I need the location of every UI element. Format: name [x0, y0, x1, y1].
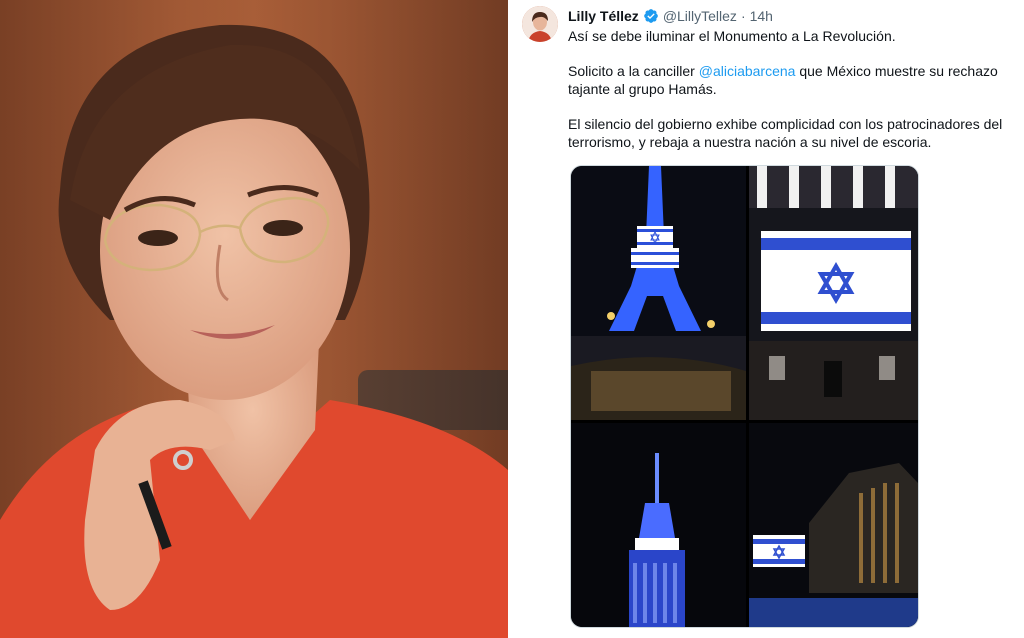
tweet-text: Así se debe iluminar el Monumento a La R…	[568, 27, 1018, 168]
tweet-paragraph-3: El silencio del gobierno exhibe complici…	[568, 116, 1003, 150]
author-avatar[interactable]	[522, 6, 558, 42]
tweet-header: Lilly Téllez @LillyTellez · 14h	[568, 6, 773, 26]
verified-badge-icon	[643, 8, 659, 24]
media-tile-eiffel[interactable]	[571, 166, 746, 420]
portrait-illustration	[0, 0, 508, 638]
portrait-photo	[0, 0, 508, 638]
paragraph-2-lead: Solicito a la canciller	[568, 63, 699, 79]
media-tile-building-flag[interactable]	[749, 166, 918, 420]
tweet-media-collage[interactable]	[570, 165, 919, 628]
mention-link[interactable]: @aliciabarcena	[699, 63, 796, 79]
media-tile-empire-state[interactable]	[571, 423, 746, 627]
tweet-paragraph-1: Así se debe iluminar el Monumento a La R…	[568, 28, 896, 44]
author-name[interactable]: Lilly Téllez	[568, 8, 639, 24]
tweet-timestamp[interactable]: 14h	[750, 8, 773, 24]
media-tile-eu-building[interactable]	[749, 423, 918, 627]
tweet-card: Lilly Téllez @LillyTellez · 14h Así se d…	[514, 0, 1024, 638]
avatar-image	[522, 6, 558, 42]
author-handle[interactable]: @LillyTellez	[663, 8, 737, 24]
tweet-paragraph-2: Solicito a la canciller @aliciabarcena q…	[568, 62, 1018, 98]
header-separator: ·	[740, 8, 746, 24]
